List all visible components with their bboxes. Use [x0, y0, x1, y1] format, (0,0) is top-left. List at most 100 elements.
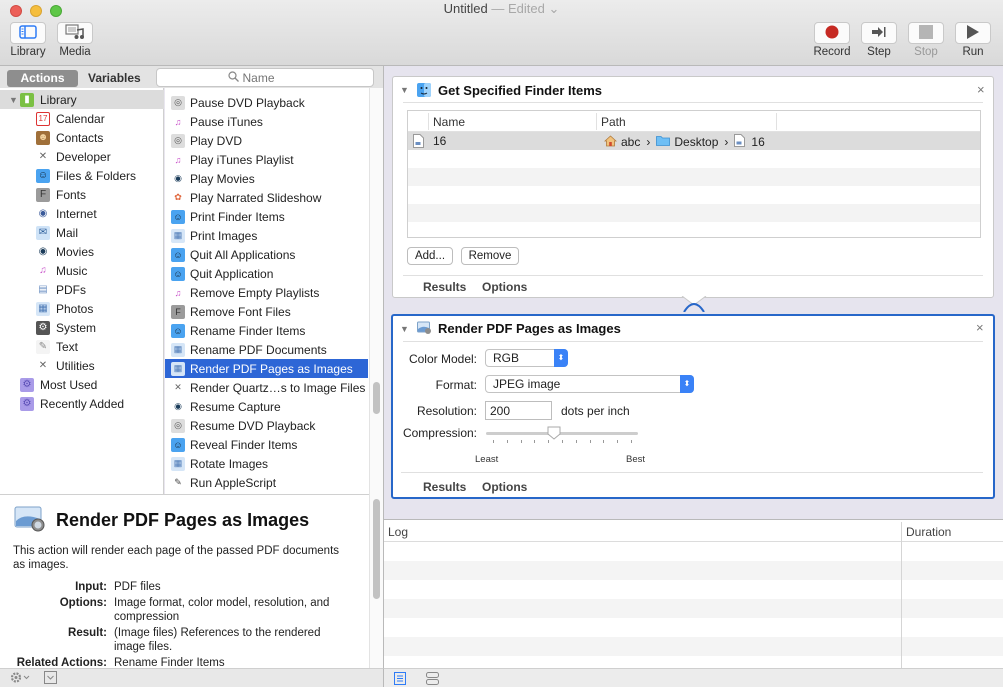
action-list-item[interactable]: ◉ Resume Capture: [165, 397, 368, 416]
action-list-item[interactable]: ▦ Render PDF Pages as Images: [165, 359, 368, 378]
run-button[interactable]: [955, 22, 991, 44]
sidebar-item-most-used[interactable]: ⚙ Most Used: [0, 375, 164, 394]
slider-tick: [617, 440, 619, 443]
column-header-log[interactable]: Log: [388, 525, 408, 539]
record-button[interactable]: [814, 22, 850, 44]
run-label: Run: [962, 46, 984, 58]
finder-icon: ☺: [171, 209, 185, 224]
sidebar-item-internet[interactable]: ◉ Internet: [0, 204, 164, 223]
action-list-item[interactable]: ☺ Print Finder Items: [165, 207, 368, 226]
preview-icon: ▦: [171, 228, 185, 243]
sidebar-item-contacts[interactable]: ☻ Contacts: [0, 128, 164, 147]
sidebar-item-music[interactable]: ♫ Music: [0, 261, 164, 280]
action-list-item[interactable]: F Remove Font Files: [165, 302, 368, 321]
preview-icon: [417, 321, 432, 338]
sidebar-item-movies[interactable]: ◉ Movies: [0, 242, 164, 261]
action-list-item[interactable]: ♫ Remove Empty Playlists: [165, 283, 368, 302]
action-list-item[interactable]: ✎ Run AppleScript: [165, 473, 368, 492]
table-row[interactable]: 16 abc › Desktop › 16: [408, 132, 980, 150]
format-label: Format:: [435, 378, 477, 392]
color-model-popup[interactable]: RGB ⬍: [485, 349, 568, 367]
scrollbar-thumb[interactable]: [373, 499, 380, 599]
action-list: ◎ Pause DVD Playback ♫ Pause iTunes ◎ Play DV…: [165, 88, 369, 494]
pdf-icon: ▤: [36, 282, 50, 297]
action-list-item[interactable]: ♫ Pause iTunes: [165, 112, 368, 131]
scrollbar-thumb[interactable]: [373, 382, 380, 414]
tab-actions[interactable]: Actions: [7, 70, 78, 87]
description-toggle-icon[interactable]: [44, 671, 57, 687]
window-title[interactable]: Untitled — Edited ⌄: [0, 1, 1003, 17]
sidebar-item-developer[interactable]: ✕ Developer: [0, 147, 164, 166]
results-button[interactable]: Results: [423, 480, 466, 494]
slider-tick: [631, 440, 632, 443]
search-input[interactable]: [242, 70, 303, 85]
action-list-item[interactable]: ◉ Play Movies: [165, 169, 368, 188]
show-log-icon[interactable]: [394, 672, 406, 687]
sidebar-item-fonts[interactable]: F Fonts: [0, 185, 164, 204]
action-list-item-label: Render PDF Pages as Images: [190, 361, 353, 376]
sidebar-item-text[interactable]: ✎ Text: [0, 337, 164, 356]
show-variables-icon[interactable]: [426, 672, 439, 687]
action-list-item[interactable]: ◎ Resume DVD Playback: [165, 416, 368, 435]
action-list-item-label: Remove Font Files: [190, 304, 291, 319]
dvd-icon: ◎: [171, 133, 185, 148]
gear-menu-icon[interactable]: [10, 671, 32, 687]
action-list-item-label: Quit Application: [190, 266, 274, 281]
column-header-duration[interactable]: Duration: [906, 525, 951, 539]
media-button[interactable]: [57, 22, 93, 44]
slider-knob[interactable]: [547, 426, 561, 440]
column-header-name[interactable]: Name: [433, 115, 465, 129]
table-row: [408, 222, 980, 237]
format-popup[interactable]: JPEG image ⬍: [485, 375, 694, 393]
options-button[interactable]: Options: [482, 280, 527, 294]
action-list-item[interactable]: ▦ Rotate Images: [165, 454, 368, 473]
related-actions-key: Related Actions:: [16, 657, 107, 668]
resolution-field[interactable]: 200: [485, 401, 552, 420]
action-card-render-pdf-pages[interactable]: ▼ Render PDF Pages as Images × Color Mod…: [391, 314, 995, 499]
sidebar-item-calendar[interactable]: 17 Calendar: [0, 109, 164, 128]
action-list-item[interactable]: ☺ Quit Application: [165, 264, 368, 283]
step-button[interactable]: [861, 22, 897, 44]
table-header: Name Path: [408, 111, 980, 132]
disclosure-triangle-icon[interactable]: ▼: [9, 95, 18, 105]
sidebar-item-library[interactable]: ▼ ▮ Library: [0, 90, 164, 109]
stop-button[interactable]: [908, 22, 944, 44]
close-action-icon[interactable]: ×: [976, 320, 984, 335]
sidebar-item-utilities[interactable]: ✕ Utilities: [0, 356, 164, 375]
action-list-item[interactable]: ☺ Reveal Finder Items: [165, 435, 368, 454]
tab-variables[interactable]: Variables: [88, 70, 141, 87]
remove-button[interactable]: Remove: [461, 247, 519, 265]
action-list-item[interactable]: ◎ Play DVD: [165, 131, 368, 150]
sidebar-item-mail[interactable]: ✉ Mail: [0, 223, 164, 242]
action-list-item[interactable]: ✿ Play Narrated Slideshow: [165, 188, 368, 207]
sidebar-item-recently-added[interactable]: ⚙ Recently Added: [0, 394, 164, 413]
close-action-icon[interactable]: ×: [977, 82, 985, 97]
action-list-item[interactable]: ◎ Pause DVD Playback: [165, 93, 368, 112]
library-toggle-button[interactable]: [10, 22, 46, 44]
related-actions-value[interactable]: Rename Finder Items: [114, 656, 354, 668]
compression-slider[interactable]: [486, 424, 638, 446]
sidebar-item-system[interactable]: ⚙ System: [0, 318, 164, 337]
collapse-triangle-icon[interactable]: ▼: [400, 85, 409, 95]
developer-tools-icon: ✕: [174, 382, 182, 392]
action-list-item[interactable]: ▦ Print Images: [165, 226, 368, 245]
column-header-path[interactable]: Path: [601, 115, 626, 129]
action-card-get-specified-finder-items[interactable]: ▼ Get Specified Finder Items × Name Path…: [392, 76, 994, 298]
action-list-item[interactable]: ☺ Quit All Applications: [165, 245, 368, 264]
action-list-item[interactable]: ▦ Rename PDF Documents: [165, 340, 368, 359]
collapse-triangle-icon[interactable]: ▼: [400, 324, 409, 334]
step-icon: [871, 26, 887, 41]
sidebar-item-photos[interactable]: ▦ Photos: [0, 299, 164, 318]
sidebar-item-files-folders[interactable]: ☺ Files & Folders: [0, 166, 164, 185]
add-button[interactable]: Add...: [407, 247, 453, 265]
options-button[interactable]: Options: [482, 480, 527, 494]
action-list-item-label: Play Movies: [190, 171, 255, 186]
results-button[interactable]: Results: [423, 280, 466, 294]
search-field[interactable]: [156, 68, 374, 87]
description-scrollbar[interactable]: [369, 494, 383, 668]
action-list-item[interactable]: ♫ Play iTunes Playlist: [165, 150, 368, 169]
action-list-item[interactable]: ✕ Render Quartz…s to Image Files: [165, 378, 368, 397]
action-list-item[interactable]: ☺ Rename Finder Items: [165, 321, 368, 340]
sidebar-item-pdfs[interactable]: ▤ PDFs: [0, 280, 164, 299]
action-list-scrollbar[interactable]: [369, 88, 383, 494]
